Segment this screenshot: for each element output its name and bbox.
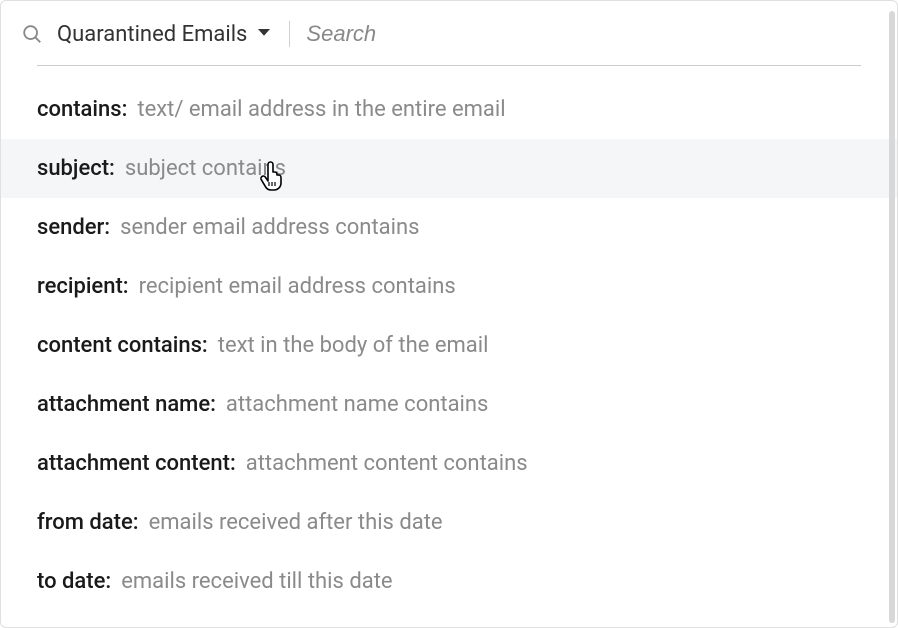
option-hint: text in the body of the email [218,333,489,358]
search-option[interactable]: subject: subject contains [1,139,897,198]
category-selector[interactable]: Quarantined Emails [57,22,273,47]
search-input[interactable] [306,19,861,49]
search-option[interactable]: attachment name: attachment name contains [1,375,897,434]
option-key: content contains: [37,333,208,358]
option-hint: text/ email address in the entire email [137,97,505,122]
option-hint: recipient email address contains [139,274,456,299]
search-option[interactable]: from date: emails received after this dat… [1,493,897,552]
option-key: contains: [37,97,127,122]
search-icon [21,23,43,45]
search-option[interactable]: to date: emails received till this date [1,552,897,611]
option-hint: attachment content contains [246,451,528,476]
option-hint: sender email address contains [120,215,419,240]
search-dropdown-panel: Quarantined Emails contains: text/ email … [0,0,898,628]
option-hint: attachment name contains [226,392,489,417]
chevron-down-icon [255,23,273,45]
option-hint: emails received after this date [149,510,443,535]
search-option[interactable]: content contains: text in the body of the… [1,316,897,375]
search-options-list: contains: text/ email address in the enti… [1,74,897,611]
search-underline [37,65,861,66]
search-option[interactable]: attachment content: attachment content co… [1,434,897,493]
option-key: to date: [37,569,111,594]
search-option[interactable]: contains: text/ email address in the enti… [1,80,897,139]
search-option[interactable]: recipient: recipient email address contai… [1,257,897,316]
option-key: attachment name: [37,392,216,417]
search-option[interactable]: sender: sender email address contains [1,198,897,257]
scrollbar[interactable] [889,11,895,623]
option-hint: emails received till this date [121,569,392,594]
option-hint: subject contains [125,156,286,181]
option-key: subject: [37,156,115,181]
header-divider [289,21,290,47]
option-key: sender: [37,215,110,240]
option-key: recipient: [37,274,129,299]
category-label: Quarantined Emails [57,22,247,47]
option-key: from date: [37,510,139,535]
option-key: attachment content: [37,451,236,476]
search-header: Quarantined Emails [1,1,897,65]
